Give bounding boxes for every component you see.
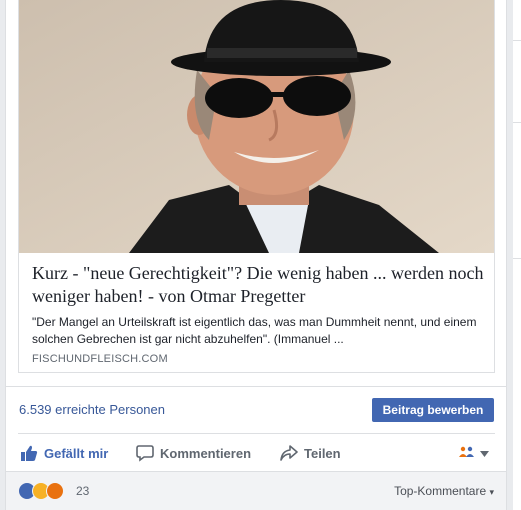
post-card: Kurz - "neue Gerechtigkeit"? Die wenig h… xyxy=(5,0,507,510)
comment-icon xyxy=(136,444,154,462)
share-label: Teilen xyxy=(304,445,341,461)
chevron-down-icon xyxy=(480,448,489,460)
comment-sort-dropdown[interactable]: Top-Kommentare ▾ xyxy=(394,484,494,498)
action-bar: Gefällt mir Kommentieren Teilen xyxy=(18,433,495,471)
link-description: "Der Mangel an Urteilskraft ist eigentli… xyxy=(32,315,477,346)
promote-post-button[interactable]: Beitrag bewerben xyxy=(372,398,494,422)
like-button[interactable]: Gefällt mir xyxy=(20,442,108,464)
reaction-count[interactable]: 23 xyxy=(76,484,89,498)
like-label: Gefällt mir xyxy=(44,445,109,461)
link-preview[interactable]: Kurz - "neue Gerechtigkeit"? Die wenig h… xyxy=(18,0,495,373)
reach-link[interactable]: 6.539 erreichte Personen xyxy=(19,402,165,417)
insights-row: 6.539 erreichte Personen Beitrag bewerbe… xyxy=(6,386,506,433)
audience-selector[interactable] xyxy=(458,446,489,461)
comment-label: Kommentieren xyxy=(160,445,252,461)
chevron-down-icon: ▾ xyxy=(489,487,494,497)
link-image[interactable] xyxy=(19,0,494,253)
link-domain: FISCHUNDFLEISCH.COM xyxy=(32,353,168,365)
angry-reaction-icon xyxy=(46,482,64,500)
share-button[interactable]: Teilen xyxy=(280,442,341,464)
divider xyxy=(513,40,521,41)
link-title[interactable]: Kurz - "neue Gerechtigkeit"? Die wenig h… xyxy=(32,262,487,308)
comment-button[interactable]: Kommentieren xyxy=(136,442,251,464)
sort-label: Top-Kommentare xyxy=(394,484,487,498)
reactions-bar: 23 Top-Kommentare ▾ xyxy=(6,471,506,510)
right-column-edge xyxy=(513,0,521,510)
divider xyxy=(513,122,521,123)
divider xyxy=(513,258,521,259)
audience-icon xyxy=(458,446,476,461)
share-icon xyxy=(280,444,298,462)
thumbs-up-icon xyxy=(20,444,38,462)
reaction-icons[interactable] xyxy=(18,482,64,500)
